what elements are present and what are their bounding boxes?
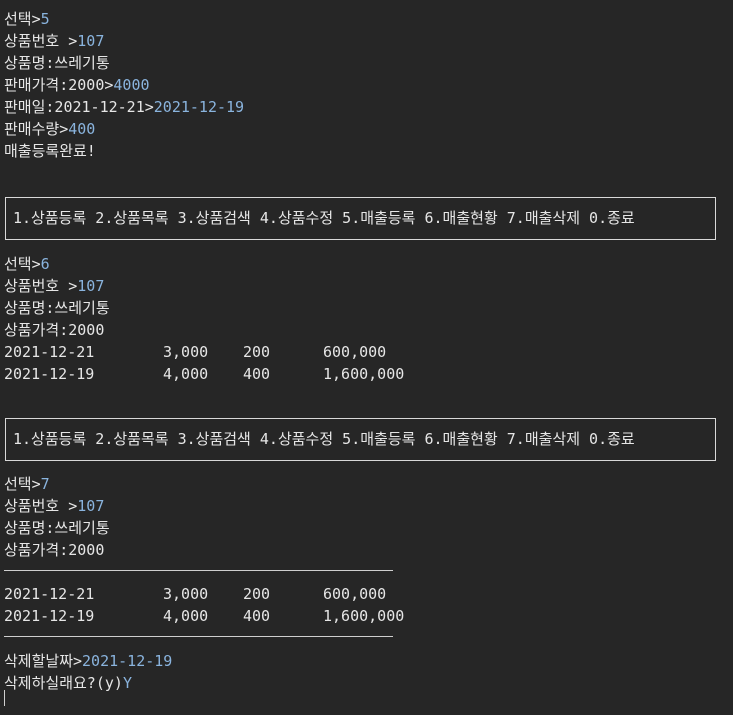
row-total: 600,000 <box>323 585 387 603</box>
row-total: 1,600,000 <box>323 607 405 625</box>
product-no-input[interactable]: 107 <box>77 32 104 50</box>
confirm-label: 삭제하실래요?(y) <box>4 674 123 692</box>
row-price: 4,000 <box>163 607 209 625</box>
product-no-prompt: 상품번호 >107 <box>4 30 244 52</box>
confirm-input[interactable]: Y <box>123 674 132 692</box>
sale-price-input[interactable]: 4000 <box>113 76 149 94</box>
select-input[interactable]: 7 <box>41 475 50 493</box>
sale-qty-prompt: 판매수량>400 <box>4 118 244 140</box>
select-label: 선택> <box>4 10 41 28</box>
sale-date-prompt: 판매일:2021-12-21>2021-12-19 <box>4 96 244 118</box>
sales-register-block: 선택>5 상품번호 >107 상품명:쓰레기통 판매가격:2000>4000 판… <box>4 8 244 162</box>
delete-date-prompt: 삭제할날짜>2021-12-19 <box>4 650 172 672</box>
sale-qty-input[interactable]: 400 <box>68 120 95 138</box>
confirm-prompt: 삭제하실래요?(y)Y <box>4 672 172 694</box>
sales-status-block: 선택>6 상품번호 >107 상품명:쓰레기통 상품가격:2000 <box>4 253 110 341</box>
product-name-line: 상품명:쓰레기통 <box>4 54 110 72</box>
sales-delete-block: 선택>7 상품번호 >107 상품명:쓰레기통 상품가격:2000 <box>4 473 110 561</box>
product-no-label: 상품번호 > <box>4 32 78 50</box>
main-menu-2: 1.상품등록 2.상품목록 3.상품검색 4.상품수정 5.매출등록 6.매출현… <box>5 418 716 461</box>
product-name-line: 상품명:쓰레기통 <box>4 519 110 537</box>
sale-date-input[interactable]: 2021-12-19 <box>154 98 244 116</box>
divider-bottom <box>4 636 393 637</box>
row-qty: 200 <box>243 585 271 603</box>
sale-price-label: 판매가격:2000> <box>4 76 114 94</box>
row-price: 4,000 <box>163 365 209 383</box>
divider-top <box>4 570 393 571</box>
product-no-label: 상품번호 > <box>4 497 78 515</box>
product-no-label: 상품번호 > <box>4 277 78 295</box>
sales-row: 2021-12-21 3,000 200 600,000 <box>4 583 504 605</box>
select-input[interactable]: 6 <box>41 255 50 273</box>
product-no-input[interactable]: 107 <box>77 497 104 515</box>
product-price-line: 상품가격:2000 <box>4 321 105 339</box>
sale-date-label: 판매일:2021-12-21> <box>4 98 154 116</box>
text-cursor[interactable] <box>4 690 5 706</box>
sale-price-prompt: 판매가격:2000>4000 <box>4 74 244 96</box>
row-date: 2021-12-19 <box>4 365 95 383</box>
row-date: 2021-12-21 <box>4 585 95 603</box>
row-date: 2021-12-21 <box>4 343 95 361</box>
select-prompt: 선택>7 <box>4 473 110 495</box>
delete-prompts: 삭제할날짜>2021-12-19 삭제하실래요?(y)Y <box>4 650 172 694</box>
main-menu-1: 1.상품등록 2.상품목록 3.상품검색 4.상품수정 5.매출등록 6.매출현… <box>5 197 716 240</box>
row-price: 3,000 <box>163 343 209 361</box>
sales-row: 2021-12-19 4,000 400 1,600,000 <box>4 363 504 385</box>
row-price: 3,000 <box>163 585 209 603</box>
select-prompt: 선택>6 <box>4 253 110 275</box>
delete-date-input[interactable]: 2021-12-19 <box>82 652 172 670</box>
delete-date-label: 삭제할날짜> <box>4 652 83 670</box>
select-prompt: 선택>5 <box>4 8 244 30</box>
row-total: 600,000 <box>323 343 387 361</box>
complete-message: 매출등록완료! <box>4 142 96 160</box>
row-date: 2021-12-19 <box>4 607 95 625</box>
product-no-prompt: 상품번호 >107 <box>4 495 110 517</box>
product-price-line: 상품가격:2000 <box>4 541 105 559</box>
select-label: 선택> <box>4 255 41 273</box>
select-label: 선택> <box>4 475 41 493</box>
row-qty: 400 <box>243 365 271 383</box>
select-input[interactable]: 5 <box>41 10 50 28</box>
row-total: 1,600,000 <box>323 365 405 383</box>
sale-qty-label: 판매수량> <box>4 120 69 138</box>
product-no-input[interactable]: 107 <box>77 277 104 295</box>
sales-row: 2021-12-19 4,000 400 1,600,000 <box>4 605 504 627</box>
product-name-line: 상품명:쓰레기통 <box>4 299 110 317</box>
product-no-prompt: 상품번호 >107 <box>4 275 110 297</box>
row-qty: 400 <box>243 607 271 625</box>
sales-row: 2021-12-21 3,000 200 600,000 <box>4 341 504 363</box>
row-qty: 200 <box>243 343 271 361</box>
